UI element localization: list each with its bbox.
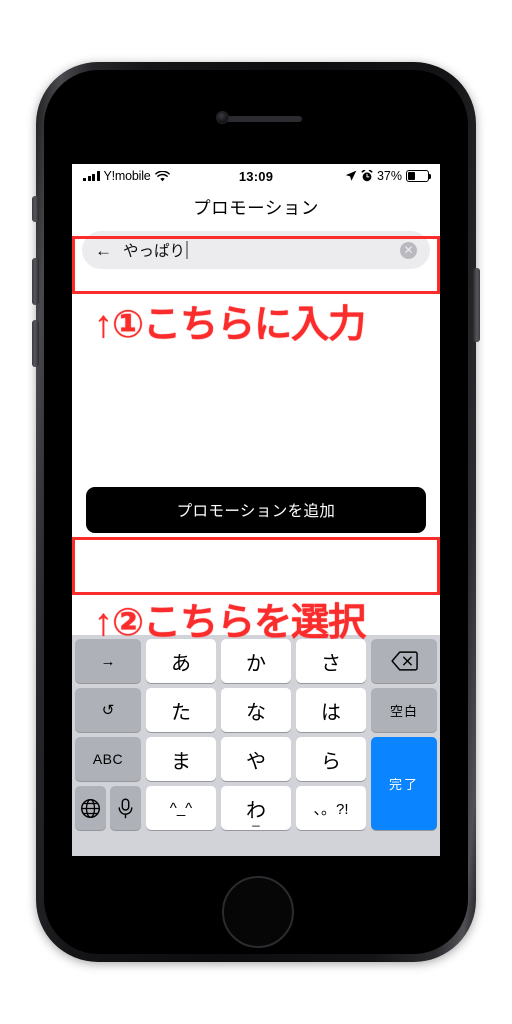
keyboard-bottom-left-pair (75, 786, 141, 852)
front-camera (217, 112, 228, 123)
add-promotion-button[interactable]: プロモーションを追加 (86, 487, 426, 533)
kana-wa-sub: _ (252, 812, 260, 827)
keyboard-row-2: た な は (146, 688, 366, 732)
kana-ta-key[interactable]: た (146, 688, 216, 732)
add-promotion-button-container: プロモーションを追加 (86, 487, 426, 533)
keyboard-row-4: ^_^ わ _ 、。?! (146, 786, 366, 830)
kana-na-key[interactable]: な (221, 688, 291, 732)
kana-ka-key[interactable]: か (221, 639, 291, 683)
cursor-right-key[interactable]: → (75, 639, 141, 683)
keyboard-row-1: あ か さ (146, 639, 366, 683)
kana-ha-key[interactable]: は (296, 688, 366, 732)
keyboard-center-column: あ か さ た な は ま や ら ^_^ わ _ 、。?! (146, 639, 366, 852)
kana-ma-key[interactable]: ま (146, 737, 216, 781)
keyboard-left-column: → ↺ ABC (75, 639, 141, 852)
volume-up-button[interactable] (32, 258, 39, 305)
kana-ya-key[interactable]: や (221, 737, 291, 781)
status-bar-right: 37% (345, 169, 432, 183)
screenshot-canvas: Y!mobile 13:09 37% プロモーション ← やっぱり ✕ プロモー… (0, 0, 512, 1024)
backspace-key[interactable] (371, 639, 437, 683)
keyboard-right-column: 空白 完了 (371, 639, 437, 852)
page-title: プロモーション (193, 198, 319, 218)
phone-screen: Y!mobile 13:09 37% プロモーション ← やっぱり ✕ プロモー… (72, 164, 440, 856)
done-key[interactable]: 完了 (371, 737, 437, 830)
undo-key[interactable]: ↺ (75, 688, 141, 732)
silent-switch[interactable] (32, 196, 39, 222)
home-button[interactable] (222, 876, 294, 948)
search-input[interactable]: ← やっぱり ✕ (82, 231, 430, 269)
dictation-key[interactable] (110, 786, 141, 830)
search-field-container: ← やっぱり ✕ (82, 231, 430, 269)
volume-down-button[interactable] (32, 320, 39, 367)
back-arrow-icon[interactable]: ← (95, 242, 112, 259)
clear-circle-icon[interactable]: ✕ (400, 241, 417, 259)
battery-icon (406, 170, 432, 182)
annotation-step-1: ↑①こちらに入力 (94, 304, 366, 346)
globe-key[interactable] (75, 786, 106, 830)
text-cursor (186, 241, 189, 259)
power-button[interactable] (473, 268, 480, 342)
emoticon-key[interactable]: ^_^ (146, 786, 216, 830)
battery-percent-label: 37% (376, 169, 402, 183)
search-input-value: やっぱり (123, 239, 389, 261)
kana-ra-key[interactable]: ら (296, 737, 366, 781)
space-key[interactable]: 空白 (371, 688, 437, 732)
status-bar: Y!mobile 13:09 37% (72, 164, 440, 188)
kana-wa-key[interactable]: わ _ (221, 786, 291, 830)
location-arrow-icon (345, 170, 357, 182)
content-area (72, 269, 440, 487)
kana-a-key[interactable]: あ (146, 639, 216, 683)
abc-mode-key[interactable]: ABC (75, 737, 141, 781)
keyboard-grid: → ↺ ABC あ か さ た な は ま や ら ^_^ わ _ 、。?! 空… (75, 639, 437, 852)
annotation-step-2: ↑②こちらを選択 (94, 602, 366, 644)
punctuation-key[interactable]: 、。?! (296, 786, 366, 830)
alarm-clock-icon (361, 170, 373, 182)
kana-sa-key[interactable]: さ (296, 639, 366, 683)
keyboard-row-3: ま や ら (146, 737, 366, 781)
software-keyboard: → ↺ ABC あ か さ た な は ま や ら ^_^ わ _ 、。?! 空… (72, 635, 440, 856)
earpiece-speaker (218, 116, 302, 122)
